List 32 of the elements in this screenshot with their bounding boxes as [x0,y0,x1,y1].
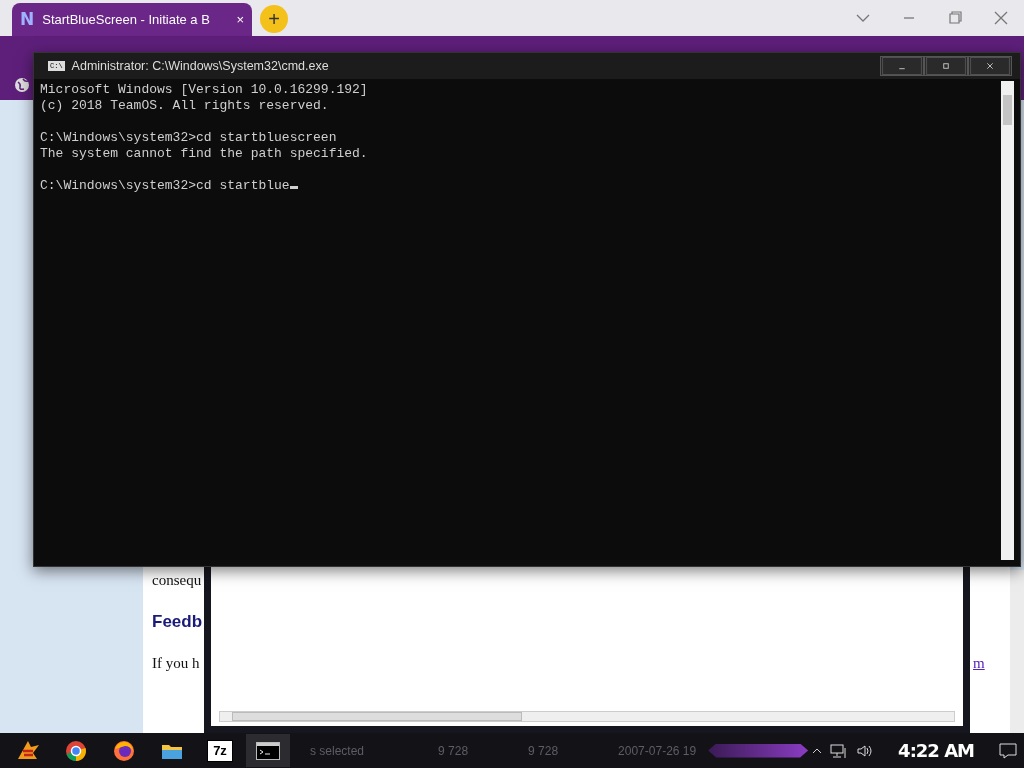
tab-close-button[interactable]: × [236,9,244,30]
status-text: s selected [310,742,365,760]
app-button[interactable]: 7z [198,734,242,767]
paragraph: If you h [152,654,200,673]
console-line: Microsoft Windows [Version 10.0.16299.192] [40,82,368,97]
browser-tab[interactable]: N StartBlueScreen - Initiate a B × [12,3,252,36]
globe-icon[interactable] [14,77,30,93]
scrollbar[interactable] [1010,570,1024,733]
text-cursor [289,186,298,189]
console-line: The system cannot find the path specified. [40,146,368,161]
link[interactable]: m [973,652,985,675]
console-line: C:\Windows\system32>cd startblue [40,178,290,193]
network-icon[interactable] [830,742,849,759]
table-cell-text: 9 728 [438,742,469,760]
vertical-scrollbar[interactable] [1001,81,1014,560]
maximize-button[interactable] [924,56,968,76]
paragraph: consequ [152,571,202,590]
console-icon[interactable] [246,734,290,767]
notification-icon[interactable] [998,741,1018,760]
heading: Feedb [152,611,203,633]
caret-up-icon[interactable] [812,746,823,755]
table-cell-text: 9 728 [528,742,559,760]
clock[interactable]: 4:22 AM [898,737,974,764]
window-title: Administrator: C:\Windows\System32\cmd.exe [71,57,329,75]
tab-title: StartBlueScreen - Initiate a B [42,10,211,29]
console-line: C:\Windows\system32>cd startbluescreen [40,130,337,145]
volume-icon[interactable] [856,742,875,759]
table-cell-text: 2007-07-26 19 [618,742,697,760]
console-line: (c) 2018 TeamOS. All rights reserved. [40,98,329,113]
new-tab-button[interactable]: + [260,5,288,33]
favicon: N [20,7,35,31]
horizontal-scrollbar[interactable] [219,711,955,722]
